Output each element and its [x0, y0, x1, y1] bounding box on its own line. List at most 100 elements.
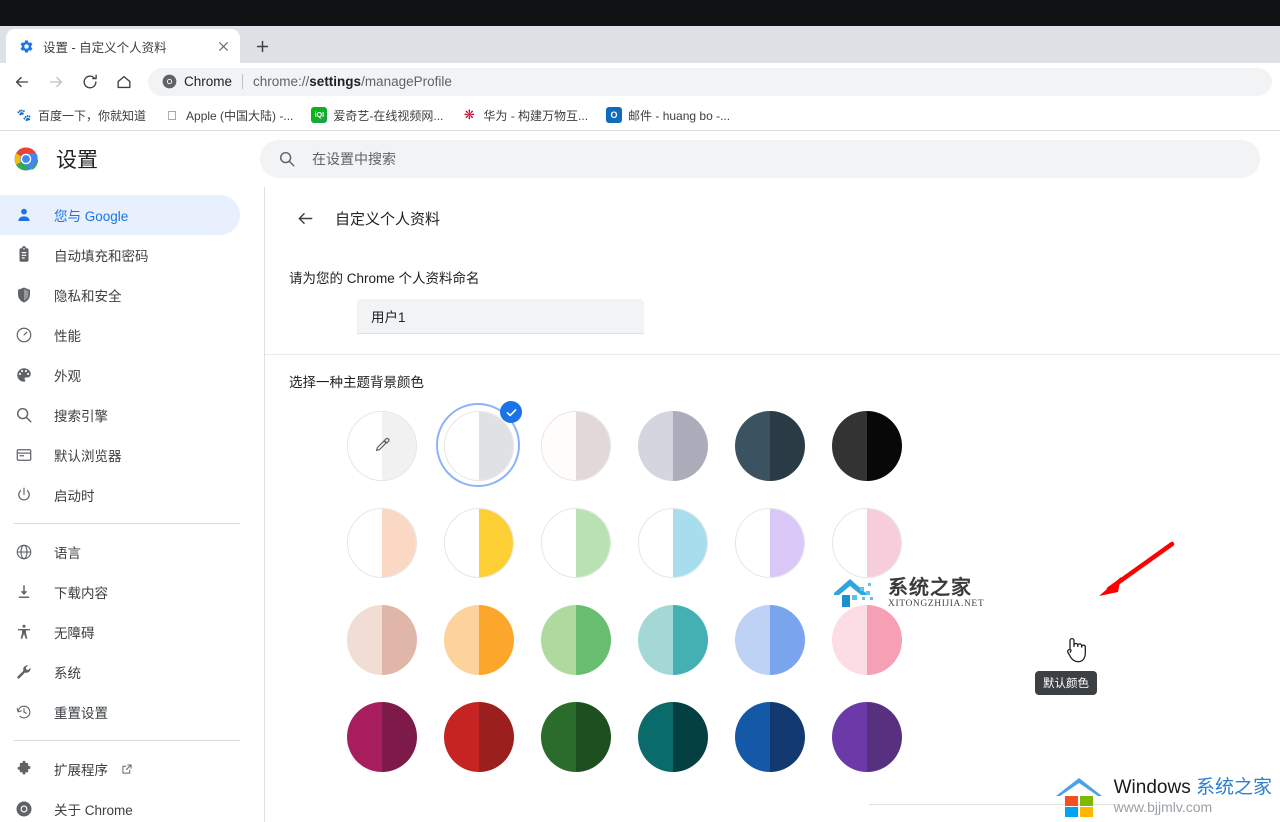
pale-cyan-color[interactable] [637, 507, 708, 578]
swatch-cell[interactable] [624, 688, 721, 785]
teal-color[interactable] [637, 604, 708, 675]
bookmark-label: 邮件 - huang bo -... [628, 108, 731, 123]
sidebar-item-performance[interactable]: 性能 [0, 315, 240, 355]
swatch-cell[interactable] [721, 591, 818, 688]
search-input-container[interactable] [260, 140, 1260, 178]
sidebar-item-reset-settings[interactable]: 重置设置 [0, 692, 240, 732]
swatch-half-right [575, 411, 610, 480]
swatch-cell[interactable] [430, 397, 527, 494]
pink-color[interactable] [831, 604, 902, 675]
manage-profile-card: 自定义个人资料 请为您的 Chrome 个人资料命名 选择一种主题背景颜色 默认… [264, 187, 1280, 822]
swatch-cell[interactable] [818, 591, 915, 688]
purple-color[interactable] [831, 701, 902, 772]
pale-peach-color[interactable] [346, 507, 417, 578]
sidebar-divider [14, 523, 240, 524]
swatch-half-right [381, 604, 417, 675]
blue-color[interactable] [734, 604, 805, 675]
browser-tab[interactable]: 设置 - 自定义个人资料 [6, 29, 240, 63]
swatch-cell[interactable] [624, 591, 721, 688]
custom-color-picker[interactable] [346, 410, 417, 481]
swatch-half-left [443, 701, 479, 772]
sidebar-item-extensions[interactable]: 扩展程序 [0, 749, 240, 789]
swatch-cell[interactable] [430, 494, 527, 591]
sidebar-item-appearance[interactable]: 外观 [0, 355, 240, 395]
navy-color[interactable] [734, 701, 805, 772]
sidebar-item-autofill[interactable]: 自动填充和密码 [0, 235, 240, 275]
reload-icon[interactable] [76, 68, 104, 96]
sidebar-item-label: 启动时 [54, 489, 95, 504]
swatch-half-right [866, 508, 901, 577]
bookmark-item[interactable]: 🐾 百度一下，你就知道 [8, 103, 154, 127]
swatch-cell[interactable] [333, 591, 430, 688]
bookmark-item[interactable]: ❋ 华为 - 构建万物互... [453, 103, 596, 127]
close-icon[interactable] [214, 37, 232, 55]
sidebar-item-you-and-google[interactable]: 您与 Google [0, 195, 240, 235]
rose-beige-color[interactable] [346, 604, 417, 675]
swatch-cell[interactable] [333, 688, 430, 785]
sidebar-item-on-startup[interactable]: 启动时 [0, 475, 240, 515]
swatch-cell[interactable] [721, 494, 818, 591]
sidebar-item-accessibility[interactable]: 无障碍 [0, 612, 240, 652]
bookmark-item[interactable]: iQI 爱奇艺-在线视频网... [303, 103, 451, 127]
warm-grey-color[interactable] [540, 410, 611, 481]
profile-name-input[interactable] [357, 299, 644, 334]
forward-icon[interactable] [42, 68, 70, 96]
swatch-cell[interactable] [333, 494, 430, 591]
sidebar-item-downloads[interactable]: 下载内容 [0, 572, 240, 612]
sidebar-item-about-chrome[interactable]: 关于 Chrome [0, 789, 240, 822]
swatch-half-right [769, 701, 805, 772]
forest-green-color[interactable] [540, 701, 611, 772]
cool-grey-color[interactable] [637, 410, 708, 481]
swatch-cell[interactable] [430, 688, 527, 785]
dark-teal-color[interactable] [637, 701, 708, 772]
red-color[interactable] [443, 701, 514, 772]
bookmark-item[interactable]:  Apple (中国大陆) -... [156, 103, 301, 127]
black-color[interactable] [831, 410, 902, 481]
swatch-cell[interactable] [818, 494, 915, 591]
swatch-cell[interactable] [333, 397, 430, 494]
swatch-cell[interactable] [818, 688, 915, 785]
sidebar-item-label: 外观 [54, 369, 81, 384]
chrome-outline-icon [14, 799, 34, 819]
green-color[interactable] [540, 604, 611, 675]
swatch-cell[interactable] [818, 397, 915, 494]
swatch-cell[interactable] [430, 591, 527, 688]
sidebar-item-default-browser[interactable]: 默认浏览器 [0, 435, 240, 475]
sidebar-item-languages[interactable]: 语言 [0, 532, 240, 572]
pale-pink-color[interactable] [831, 507, 902, 578]
default-color[interactable] [443, 410, 514, 481]
swatch-cell[interactable] [624, 494, 721, 591]
swatch-cell[interactable] [721, 397, 818, 494]
sidebar-item-system[interactable]: 系统 [0, 652, 240, 692]
swatch-half-left [832, 508, 867, 577]
bookmark-label: 华为 - 构建万物互... [483, 108, 589, 123]
magenta-color[interactable] [346, 701, 417, 772]
back-icon[interactable] [8, 68, 36, 96]
home-icon[interactable] [110, 68, 138, 96]
swatch-cell[interactable] [721, 688, 818, 785]
swatch-cell[interactable] [527, 688, 624, 785]
swatch-cell[interactable] [527, 397, 624, 494]
yellow-color[interactable] [443, 507, 514, 578]
dark-slate-color[interactable] [734, 410, 805, 481]
sidebar-item-label: 无障碍 [54, 626, 95, 641]
settings-main: 自定义个人资料 请为您的 Chrome 个人资料命名 选择一种主题背景颜色 默认… [260, 187, 1280, 822]
swatch-cell[interactable] [624, 397, 721, 494]
eyedropper-icon [348, 412, 416, 480]
settings-page: 设置 您与 [0, 131, 1280, 822]
search-input[interactable] [312, 151, 1260, 167]
new-tab-button[interactable] [248, 32, 276, 60]
bookmark-label: 爱奇艺-在线视频网... [333, 108, 444, 123]
sidebar-item-search-engine[interactable]: 搜索引擎 [0, 395, 240, 435]
address-bar[interactable]: Chrome chrome://settings/manageProfile [148, 67, 1272, 96]
bookmark-item[interactable]: O 邮件 - huang bo -... [598, 103, 738, 127]
swatch-half-left [443, 604, 479, 675]
swatch-cell[interactable] [527, 494, 624, 591]
swatch-half-right [769, 604, 805, 675]
pale-green-color[interactable] [540, 507, 611, 578]
arrow-left-icon[interactable] [289, 202, 321, 234]
swatch-cell[interactable] [527, 591, 624, 688]
orange-color[interactable] [443, 604, 514, 675]
pale-purple-color[interactable] [734, 507, 805, 578]
sidebar-item-privacy[interactable]: 隐私和安全 [0, 275, 240, 315]
